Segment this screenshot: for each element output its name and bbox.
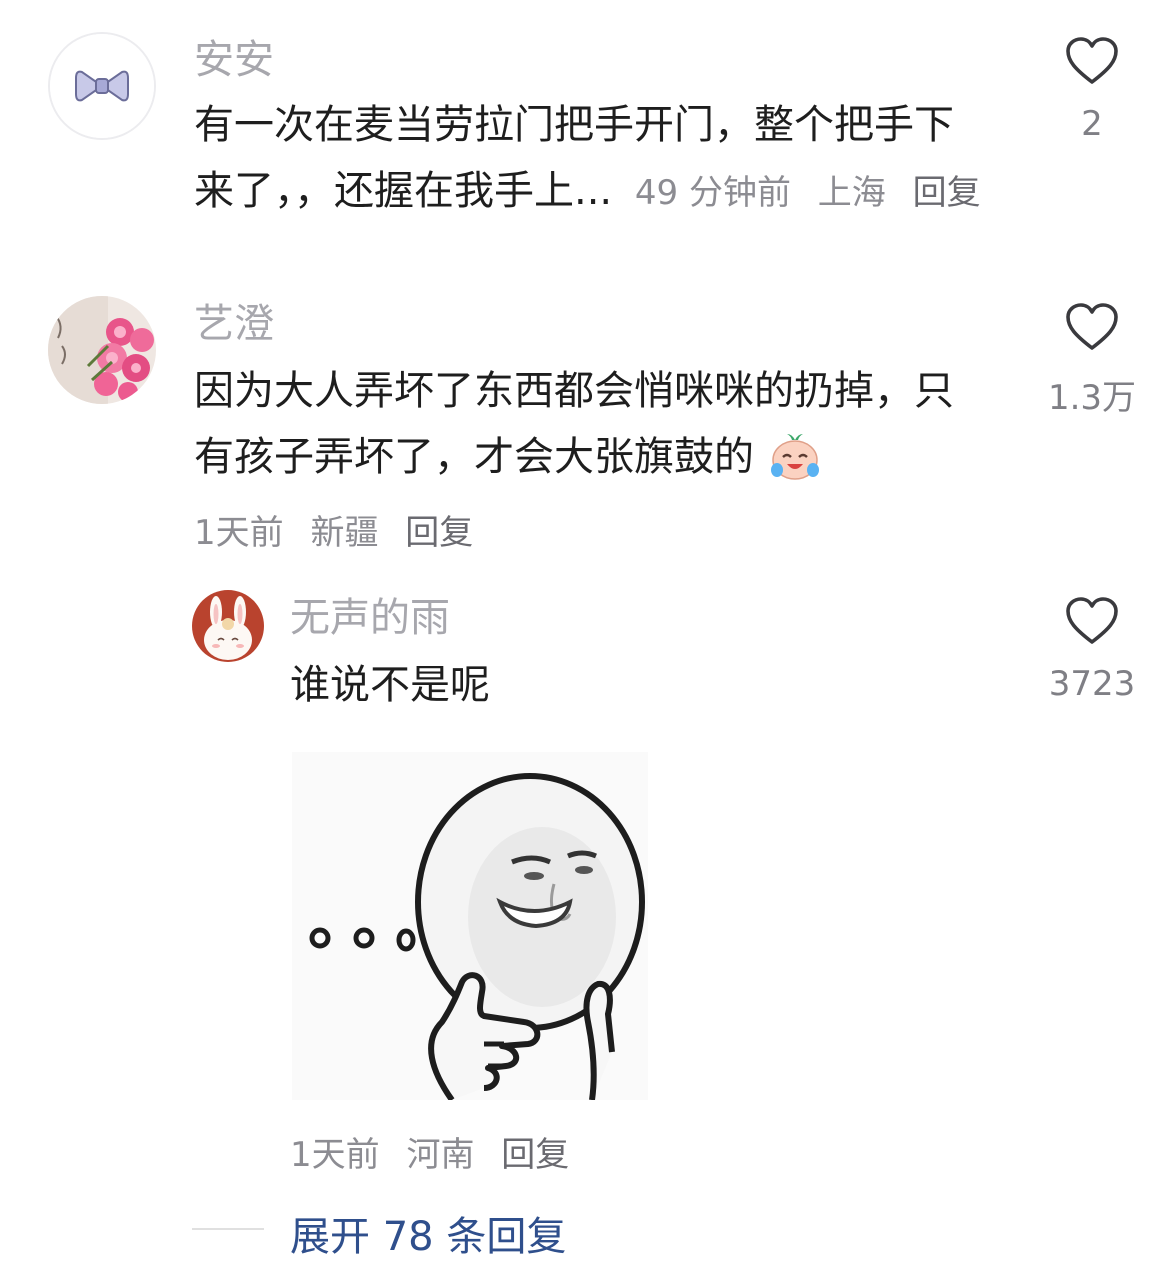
comment-location: 新疆 (310, 513, 379, 553)
bunny-icon (192, 590, 264, 662)
reply-button[interactable]: 回复 (405, 513, 473, 553)
avatar[interactable] (48, 32, 156, 140)
comment-username[interactable]: 艺澄 (194, 300, 274, 348)
like-count: 2 (1081, 104, 1103, 144)
heart-icon (1066, 37, 1118, 84)
heart-icon (1066, 597, 1118, 644)
reply-location: 河南 (406, 1135, 475, 1175)
reply-time: 1天前 (290, 1135, 380, 1175)
comment-location: 上海 (817, 173, 886, 213)
comment-text: 因为大人弄坏了东西都会悄咪咪的扔掉，只 有孩子弄坏了，才会大张旗鼓的 (194, 358, 1024, 490)
avatar[interactable] (48, 296, 156, 404)
avatar[interactable] (192, 590, 264, 662)
comment-time: 1天前 (194, 513, 284, 553)
bow-icon (50, 34, 154, 138)
comment-text-line: 有孩子弄坏了，才会大张旗鼓的 (194, 424, 1024, 490)
comment-meta: 49 分钟前 上海 回复 (635, 173, 981, 213)
sticker-image[interactable] (292, 752, 648, 1102)
like-button[interactable]: 3723 (1022, 596, 1162, 704)
comment-text-line-2: 来了，，还握在我手上... (194, 168, 613, 214)
laughing-tears-emoji-icon (770, 434, 819, 480)
comment-meta: 1天前 新疆 回复 (194, 505, 473, 554)
comment-text-line: 来了，，还握在我手上... 49 分钟前 上海 回复 (194, 158, 1024, 226)
reply-meta: 1天前 河南 回复 (290, 1127, 569, 1176)
reply-button[interactable]: 回复 (913, 173, 981, 213)
comment-text-line-2: 有孩子弄坏了，才会大张旗鼓的 (194, 434, 754, 480)
like-button[interactable]: 1.3万 (1022, 302, 1162, 419)
like-button[interactable]: 2 (1022, 36, 1162, 144)
reply-text: 谁说不是呢 (290, 662, 490, 708)
like-count: 1.3万 (1047, 378, 1137, 418)
reply-username[interactable]: 无声的雨 (290, 594, 450, 642)
comment-text-line: 有一次在麦当劳拉门把手开门，整个把手下 (194, 102, 954, 148)
reply-button[interactable]: 回复 (501, 1135, 569, 1175)
comment-username[interactable]: 安安 (194, 36, 274, 84)
like-count: 3723 (1048, 664, 1136, 704)
thinking-face-sticker (292, 752, 648, 1102)
flowers-photo (48, 296, 156, 404)
comment-text: 有一次在麦当劳拉门把手开门，整个把手下 来了，，还握在我手上... 49 分钟前… (194, 92, 1024, 226)
comment-text-line: 因为大人弄坏了东西都会悄咪咪的扔掉，只 (194, 368, 954, 414)
expand-divider (192, 1228, 264, 1230)
heart-icon (1066, 303, 1118, 350)
comment-time: 49 分钟前 (634, 173, 791, 213)
expand-replies-button[interactable]: 展开 78 条回复 (290, 1204, 566, 1262)
